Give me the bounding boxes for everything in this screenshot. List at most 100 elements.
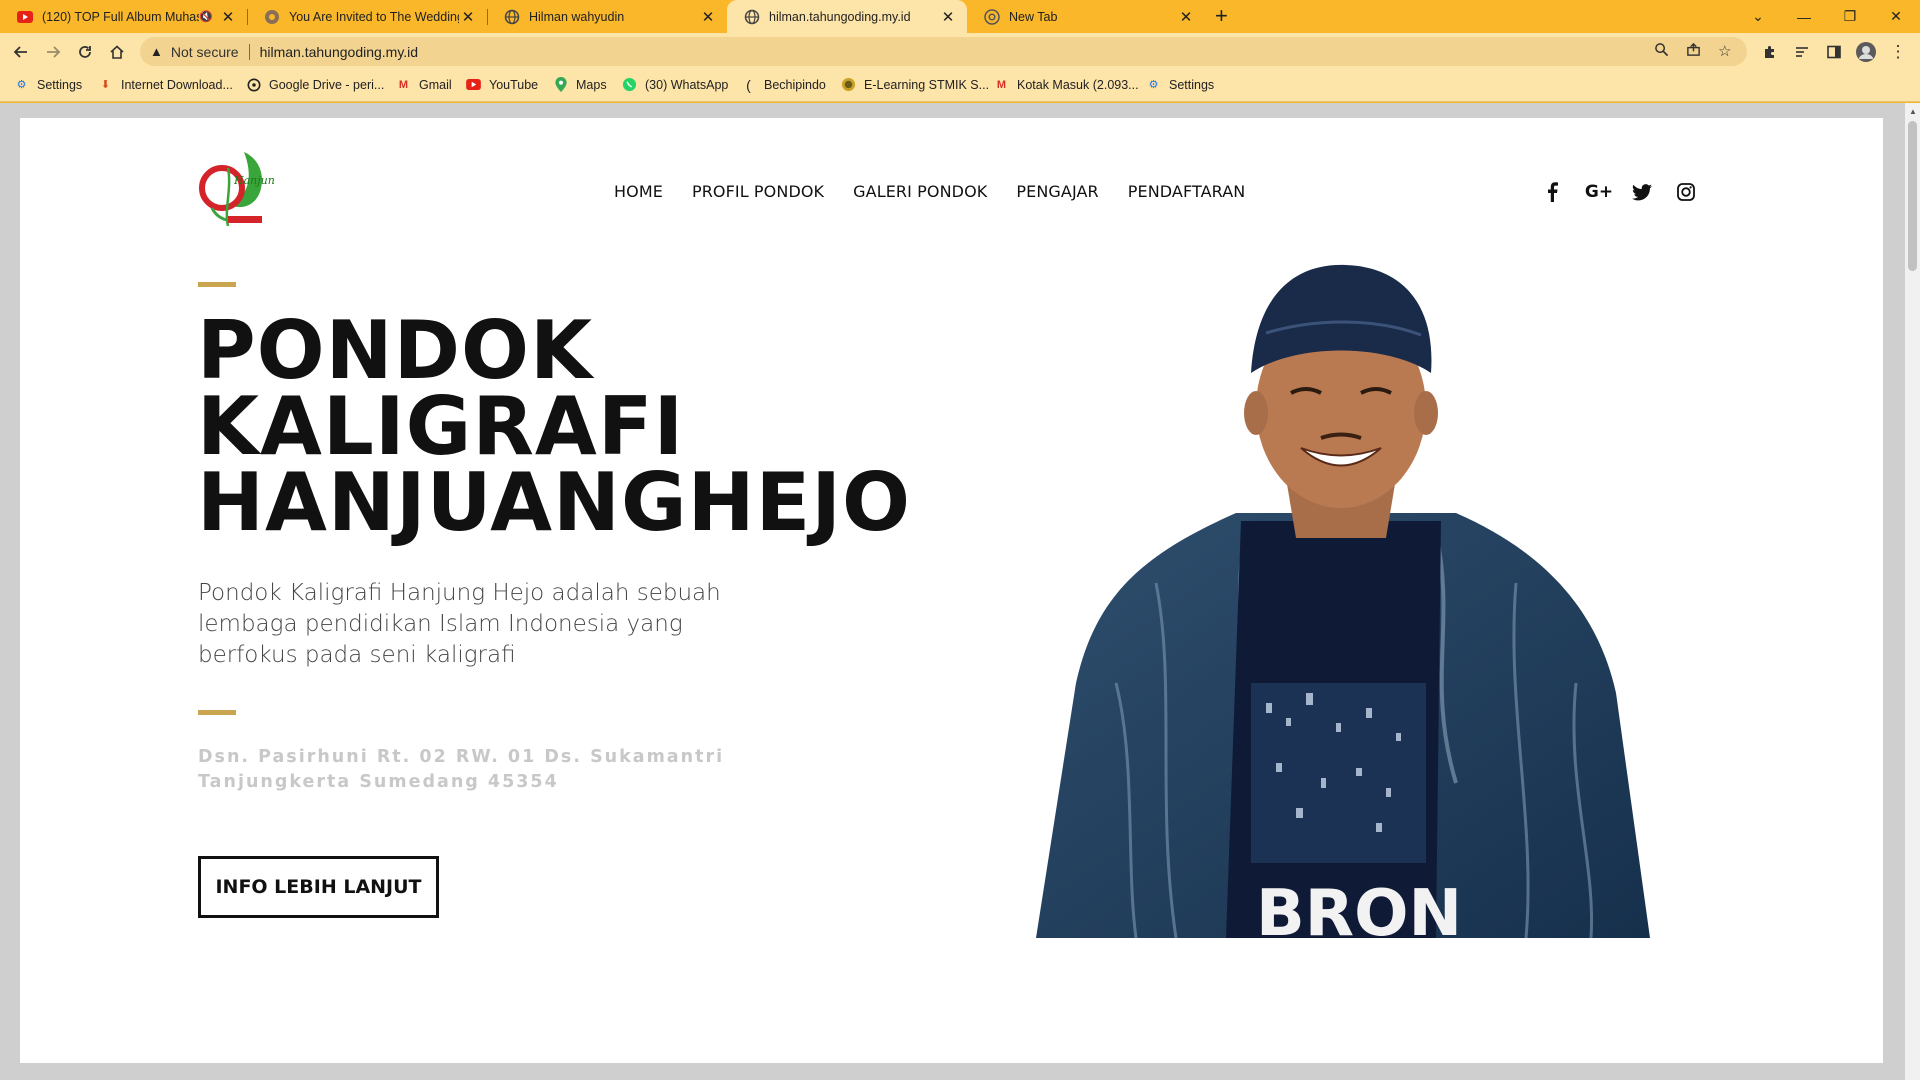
bookmark-label: Gmail xyxy=(419,77,452,92)
address-bar[interactable]: ▲ Not secure hilman.tahungoding.my.id ☆ xyxy=(140,37,1747,66)
forward-arrow-icon[interactable] xyxy=(40,39,66,65)
zoom-magnifier-icon[interactable] xyxy=(1654,42,1669,61)
bookmark-label: Settings xyxy=(1169,77,1215,92)
tab-title: hilman.tahungoding.my.id xyxy=(769,9,911,24)
bookmark-label: Maps xyxy=(576,77,607,92)
nav-profil-pondok[interactable]: PROFIL PONDOK xyxy=(692,182,824,201)
google-plus-icon[interactable]: G+ xyxy=(1582,178,1616,206)
restore-icon[interactable]: ❐ xyxy=(1827,0,1873,33)
site-logo[interactable]: Hanjung Hejo xyxy=(198,148,312,236)
nav-pendaftaran[interactable]: PENDAFTARAN xyxy=(1128,182,1246,201)
home-icon[interactable] xyxy=(104,39,130,65)
close-tab-icon[interactable]: ✕ xyxy=(699,8,717,26)
logo-text: Hanjung Hejo xyxy=(233,174,274,187)
bookmark-google-drive[interactable]: Google Drive - peri... xyxy=(246,77,384,92)
bookmark-kotak-masuk[interactable]: M Kotak Masuk (2.093... xyxy=(994,77,1139,92)
bookmark-internet-download[interactable]: ⬇ Internet Download... xyxy=(98,77,233,92)
url-text[interactable]: hilman.tahungoding.my.id xyxy=(260,44,419,60)
chrome-icon xyxy=(984,8,1000,25)
facebook-icon[interactable] xyxy=(1538,178,1566,206)
gmail-icon: M xyxy=(398,78,409,91)
web-icon xyxy=(264,9,280,25)
profile-avatar-icon[interactable] xyxy=(1853,39,1879,65)
bookmark-star-icon[interactable]: ☆ xyxy=(1718,42,1731,60)
tab-youtube-album[interactable]: (120) TOP Full Album Muhas 🔇 ✕ xyxy=(0,0,248,33)
scrollbar-thumb[interactable] xyxy=(1908,121,1917,271)
tab-title: (120) TOP Full Album Muhas xyxy=(42,9,200,24)
bookmark-gmail[interactable]: M Gmail xyxy=(396,77,452,92)
bookmark-label: Bechipindo xyxy=(764,77,826,92)
bookmark-settings[interactable]: ⚙ Settings xyxy=(14,77,83,92)
nav-galeri-pondok[interactable]: GALERI PONDOK xyxy=(853,182,987,201)
twitter-icon[interactable] xyxy=(1628,178,1656,206)
bookmark-whatsapp[interactable]: (30) WhatsApp xyxy=(622,77,728,92)
speaker-muted-icon[interactable]: 🔇 xyxy=(199,10,213,23)
hero-title-line: KALIGRAFI xyxy=(197,380,685,473)
tab-wedding-invite[interactable]: You Are Invited to The Wedding ✕ xyxy=(247,0,488,33)
bookmark-label: Settings xyxy=(37,77,83,92)
bookmark-elearning[interactable]: E-Learning STMIK S... xyxy=(841,77,989,92)
minimize-icon[interactable]: — xyxy=(1781,0,1827,33)
reload-icon[interactable] xyxy=(72,39,98,65)
youtube-icon xyxy=(17,9,33,25)
address-line: Dsn. Pasirhuni Rt. 02 RW. 01 Ds. Sukaman… xyxy=(198,747,725,767)
main-nav: HOME PROFIL PONDOK GALERI PONDOK PENGAJA… xyxy=(614,182,1274,201)
kebab-menu-icon[interactable]: ⋮ xyxy=(1885,39,1911,65)
whatsapp-icon xyxy=(622,77,637,92)
bookmark-label: Internet Download... xyxy=(121,77,233,92)
close-tab-icon[interactable]: ✕ xyxy=(219,8,237,26)
bookmark-label: YouTube xyxy=(489,77,539,92)
reading-list-icon[interactable] xyxy=(1789,39,1815,65)
hero-title-line: PONDOK xyxy=(197,304,593,397)
omnibox-divider xyxy=(248,43,250,60)
youtube-icon xyxy=(466,77,481,92)
idm-icon: ⬇ xyxy=(100,79,111,91)
address: Dsn. Pasirhuni Rt. 02 RW. 01 Ds. Sukaman… xyxy=(198,745,738,795)
browser-toolbar: ▲ Not secure hilman.tahungoding.my.id ☆ … xyxy=(0,33,1920,70)
scroll-up-arrow-icon[interactable]: ▲ xyxy=(1909,107,1917,116)
maps-icon xyxy=(553,77,568,92)
close-tab-icon[interactable]: ✕ xyxy=(939,8,957,26)
new-tab-plus-icon[interactable]: + xyxy=(1215,3,1228,29)
tab-search-chevron-icon[interactable]: ⌄ xyxy=(1735,0,1781,33)
bechipindo-icon: ( xyxy=(746,76,751,93)
page-scrollbar[interactable]: ▲ xyxy=(1905,103,1920,1080)
bookmark-youtube[interactable]: YouTube xyxy=(466,77,538,92)
nav-home[interactable]: HOME xyxy=(614,182,663,201)
bookmark-label: (30) WhatsApp xyxy=(645,77,729,92)
drive-icon xyxy=(246,77,261,92)
shirt-print-text: BRON xyxy=(1256,877,1462,938)
instagram-icon[interactable] xyxy=(1672,178,1700,206)
window-close-icon[interactable]: ✕ xyxy=(1873,0,1919,33)
nav-pengajar[interactable]: PENGAJAR xyxy=(1016,182,1098,201)
side-panel-icon[interactable] xyxy=(1821,39,1847,65)
hero-title: PONDOK KALIGRAFI HANJUANGHEJO xyxy=(197,304,911,549)
bookmark-label: Google Drive - peri... xyxy=(269,77,385,92)
website-page: Hanjung Hejo HOME PROFIL PONDOK GALERI P… xyxy=(20,118,1883,1063)
tab-hilman-wahyudin[interactable]: Hilman wahyudin ✕ xyxy=(487,0,727,33)
hero-person-photo: BRON xyxy=(1036,263,1650,951)
hero-description: Pondok Kaligrafi Hanjung Hejo adalah seb… xyxy=(198,580,721,668)
security-label[interactable]: Not secure xyxy=(171,44,239,60)
close-tab-icon[interactable]: ✕ xyxy=(1177,8,1195,26)
bookmark-settings-2[interactable]: ⚙ Settings xyxy=(1146,77,1215,92)
hero-title-line: HANJUANGHEJO xyxy=(197,456,911,549)
bookmark-bechipindo[interactable]: ( Bechipindo xyxy=(741,76,826,93)
tab-new-tab[interactable]: New Tab ✕ xyxy=(967,0,1205,33)
tab-hilman-site-active[interactable]: hilman.tahungoding.my.id ✕ xyxy=(727,0,967,33)
page-viewport: Hanjung Hejo HOME PROFIL PONDOK GALERI P… xyxy=(0,103,1905,1080)
close-tab-icon[interactable]: ✕ xyxy=(459,8,477,26)
extensions-puzzle-icon[interactable] xyxy=(1757,39,1783,65)
bookmark-label: E-Learning STMIK S... xyxy=(864,77,990,92)
info-lebih-lanjut-button[interactable]: INFO LEBIH LANJUT xyxy=(198,856,439,918)
tab-title: You Are Invited to The Wedding xyxy=(289,9,459,24)
warning-triangle-icon[interactable]: ▲ xyxy=(150,44,163,59)
accent-bar-top xyxy=(198,282,236,287)
share-icon[interactable] xyxy=(1686,42,1701,61)
bookmark-maps[interactable]: Maps xyxy=(553,77,607,92)
gear-icon: ⚙ xyxy=(1148,79,1159,91)
accent-bar-bottom xyxy=(198,710,236,715)
bookmarks-bar: ⚙ Settings ⬇ Internet Download... Google… xyxy=(0,70,1920,102)
gmail-icon: M xyxy=(996,78,1007,91)
back-arrow-icon[interactable] xyxy=(8,39,34,65)
